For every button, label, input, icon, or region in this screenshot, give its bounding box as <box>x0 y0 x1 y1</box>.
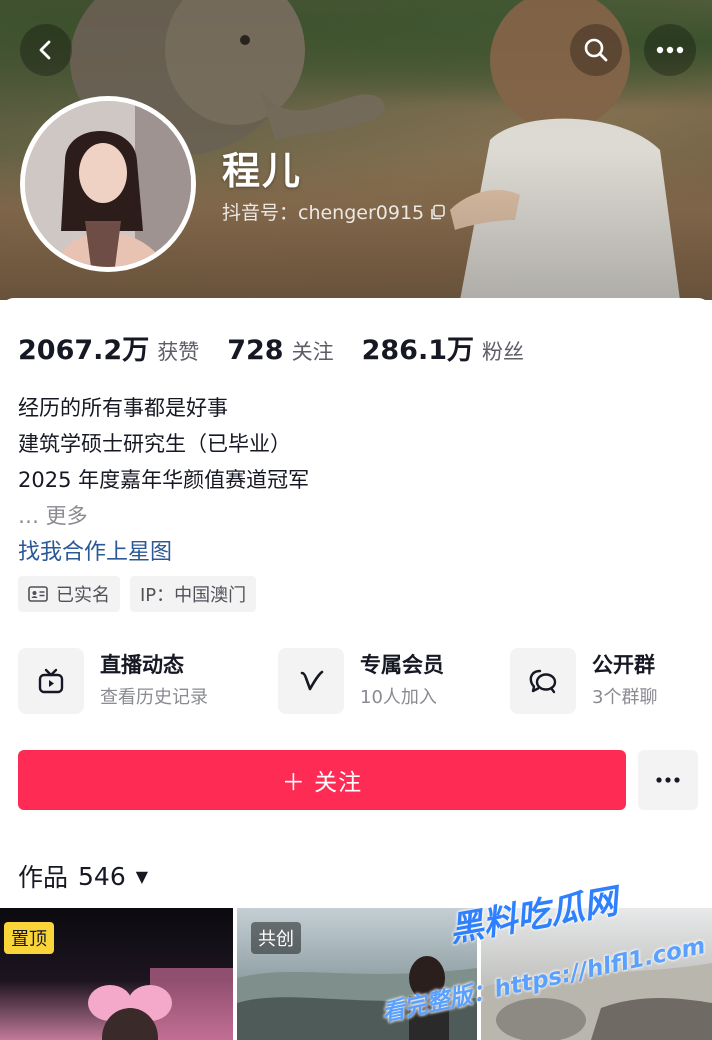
stat-followers[interactable]: 286.1万 粉丝 <box>362 328 524 367</box>
back-arrow-icon <box>39 40 51 60</box>
avatar[interactable] <box>20 96 196 272</box>
more-dots-icon <box>656 777 680 783</box>
douyin-id[interactable]: 抖音号：chenger0915 <box>222 198 446 225</box>
bio-line: 2025 年度嘉年华颜值赛道冠军 <box>18 468 310 492</box>
pinned-badge: 置顶 <box>4 922 54 954</box>
search-button[interactable] <box>570 24 622 76</box>
verified-tag-label: 已实名 <box>56 585 110 606</box>
stat-following[interactable]: 728 关注 <box>227 335 333 366</box>
tags-row: 已实名 IP：中国澳门 <box>18 576 257 612</box>
verified-tag: 已实名 <box>18 576 120 612</box>
feature-live-subtitle: 查看历史记录 <box>100 687 208 708</box>
tv-icon <box>38 668 64 694</box>
stat-followers-value: 286.1万 <box>361 335 474 366</box>
xingtu-link[interactable]: 找我合作上星图 <box>18 534 172 566</box>
video-thumbnail[interactable] <box>481 908 712 1040</box>
copy-icon[interactable] <box>430 204 446 220</box>
feature-group-title: 公开群 <box>592 653 655 677</box>
ip-location-tag: IP：中国澳门 <box>130 576 257 612</box>
nickname: 程儿 <box>222 149 303 193</box>
feature-membership-icon-box <box>278 648 344 714</box>
follow-more-button[interactable] <box>638 750 698 810</box>
feature-membership-subtitle: 10人加入 <box>360 687 437 708</box>
douyin-id-text: 抖音号：chenger0915 <box>222 202 425 224</box>
back-button[interactable] <box>20 24 72 76</box>
feature-membership[interactable]: 专属会员 10人加入 <box>278 646 444 716</box>
works-tab[interactable]: 作品 546 ▼ <box>18 858 148 894</box>
chat-bubbles-icon <box>529 669 557 694</box>
stats-row: 2067.2万 获赞 728 关注 286.1万 粉丝 <box>18 328 552 367</box>
stat-following-value: 728 <box>227 335 284 366</box>
bio-line: 经历的所有事都是好事 <box>18 396 228 420</box>
caret-down-icon: ▼ <box>135 866 149 886</box>
stat-likes-value: 2067.2万 <box>18 335 150 366</box>
feature-group[interactable]: 公开群 3个群聊 <box>510 646 657 716</box>
feature-live-title: 直播动态 <box>100 653 184 677</box>
video-thumbnail[interactable]: 置顶 <box>0 908 233 1040</box>
feature-group-icon-box <box>510 648 576 714</box>
stat-likes-label: 获赞 <box>157 340 200 364</box>
works-grid: 置顶 共创 <box>0 908 712 1040</box>
feature-membership-title: 专属会员 <box>360 653 444 677</box>
feature-group-subtitle: 3个群聊 <box>592 687 658 708</box>
feature-live-icon-box <box>18 648 84 714</box>
stat-following-label: 关注 <box>291 340 334 364</box>
search-icon <box>584 38 608 62</box>
follow-button[interactable]: ＋ 关注 <box>18 750 626 810</box>
bio-more-link[interactable]: … 更多 <box>18 498 309 534</box>
profile-panel: 2067.2万 获赞 728 关注 286.1万 粉丝 经历的所有事都是好事 建… <box>0 298 712 1040</box>
feature-live[interactable]: 直播动态 查看历史记录 <box>18 646 208 716</box>
bio-line: 建筑学硕士研究生（已毕业） <box>18 432 291 456</box>
v-logo-icon <box>300 670 324 691</box>
bio: 经历的所有事都是好事 建筑学硕士研究生（已毕业） 2025 年度嘉年华颜值赛道冠… <box>18 390 309 534</box>
works-label: 作品 <box>18 863 69 892</box>
works-count: 546 <box>78 861 126 891</box>
stat-likes[interactable]: 2067.2万 获赞 <box>18 328 199 367</box>
stat-followers-label: 粉丝 <box>481 340 524 364</box>
id-card-icon <box>28 586 48 602</box>
features-row: 直播动态 查看历史记录 专属会员 10人加入 公开群 3个群聊 <box>18 646 698 716</box>
video-thumbnail[interactable]: 共创 <box>237 908 477 1040</box>
more-dots-icon <box>656 46 684 54</box>
thumbnail-image <box>481 963 712 1040</box>
avatar-image <box>25 101 191 267</box>
collab-badge: 共创 <box>251 922 301 954</box>
more-options-button[interactable] <box>644 24 696 76</box>
ip-location-label: IP：中国澳门 <box>140 585 247 606</box>
